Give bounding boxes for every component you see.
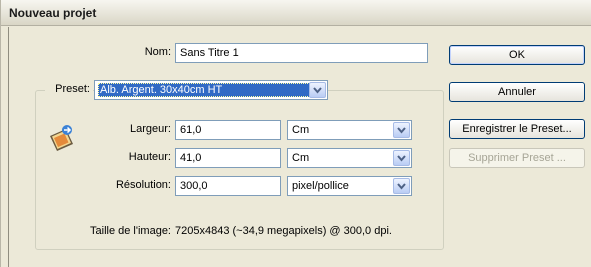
- height-input[interactable]: 41,0: [175, 148, 281, 168]
- width-unit-select[interactable]: Cm: [287, 120, 412, 140]
- chevron-down-icon: [397, 155, 406, 162]
- resolution-label: Résolution:: [115, 179, 171, 191]
- cancel-button[interactable]: Annuler: [449, 82, 585, 102]
- ok-button[interactable]: OK: [449, 45, 585, 65]
- width-unit-value: Cm: [292, 124, 310, 136]
- resolution-unit-dropdown-button[interactable]: [393, 178, 410, 194]
- preset-dropdown-button[interactable]: [309, 82, 326, 98]
- delete-preset-button: Supprimer Preset ...: [449, 148, 585, 168]
- preset-selected-value: Alb. Argent. 30x40cm HT: [98, 83, 320, 97]
- chevron-down-icon: [313, 87, 322, 94]
- new-project-dialog: Nouveau projet Nom: Sans Titre 1 Preset:…: [0, 0, 591, 267]
- save-preset-button[interactable]: Enregistrer le Preset...: [449, 119, 585, 139]
- resolution-input[interactable]: 300,0: [175, 176, 281, 196]
- image-size-label: Taille de l'image:: [90, 225, 171, 237]
- title-bar: Nouveau projet: [1, 0, 591, 26]
- height-label: Hauteur:: [128, 151, 171, 163]
- name-input[interactable]: Sans Titre 1: [175, 43, 428, 63]
- height-unit-value: Cm: [292, 152, 310, 164]
- name-label: Nom:: [144, 46, 171, 58]
- photo-resize-icon: [47, 123, 79, 153]
- dialog-body: Nom: Sans Titre 1 Preset: Alb. Argent. 3…: [8, 27, 590, 267]
- width-input[interactable]: 61,0: [175, 120, 281, 140]
- preset-select[interactable]: Alb. Argent. 30x40cm HT: [94, 80, 328, 100]
- resolution-unit-select[interactable]: pixel/pollice: [287, 176, 412, 196]
- chevron-down-icon: [397, 183, 406, 190]
- width-label: Largeur:: [130, 123, 171, 135]
- dialog-title: Nouveau projet: [9, 6, 97, 20]
- height-unit-select[interactable]: Cm: [287, 148, 412, 168]
- preset-label: Preset:: [45, 83, 93, 95]
- width-unit-dropdown-button[interactable]: [393, 122, 410, 138]
- resolution-unit-value: pixel/pollice: [292, 180, 349, 192]
- image-size-value: 7205x4843 (~34,9 megapixels) @ 300,0 dpi…: [175, 225, 392, 237]
- height-unit-dropdown-button[interactable]: [393, 150, 410, 166]
- chevron-down-icon: [397, 127, 406, 134]
